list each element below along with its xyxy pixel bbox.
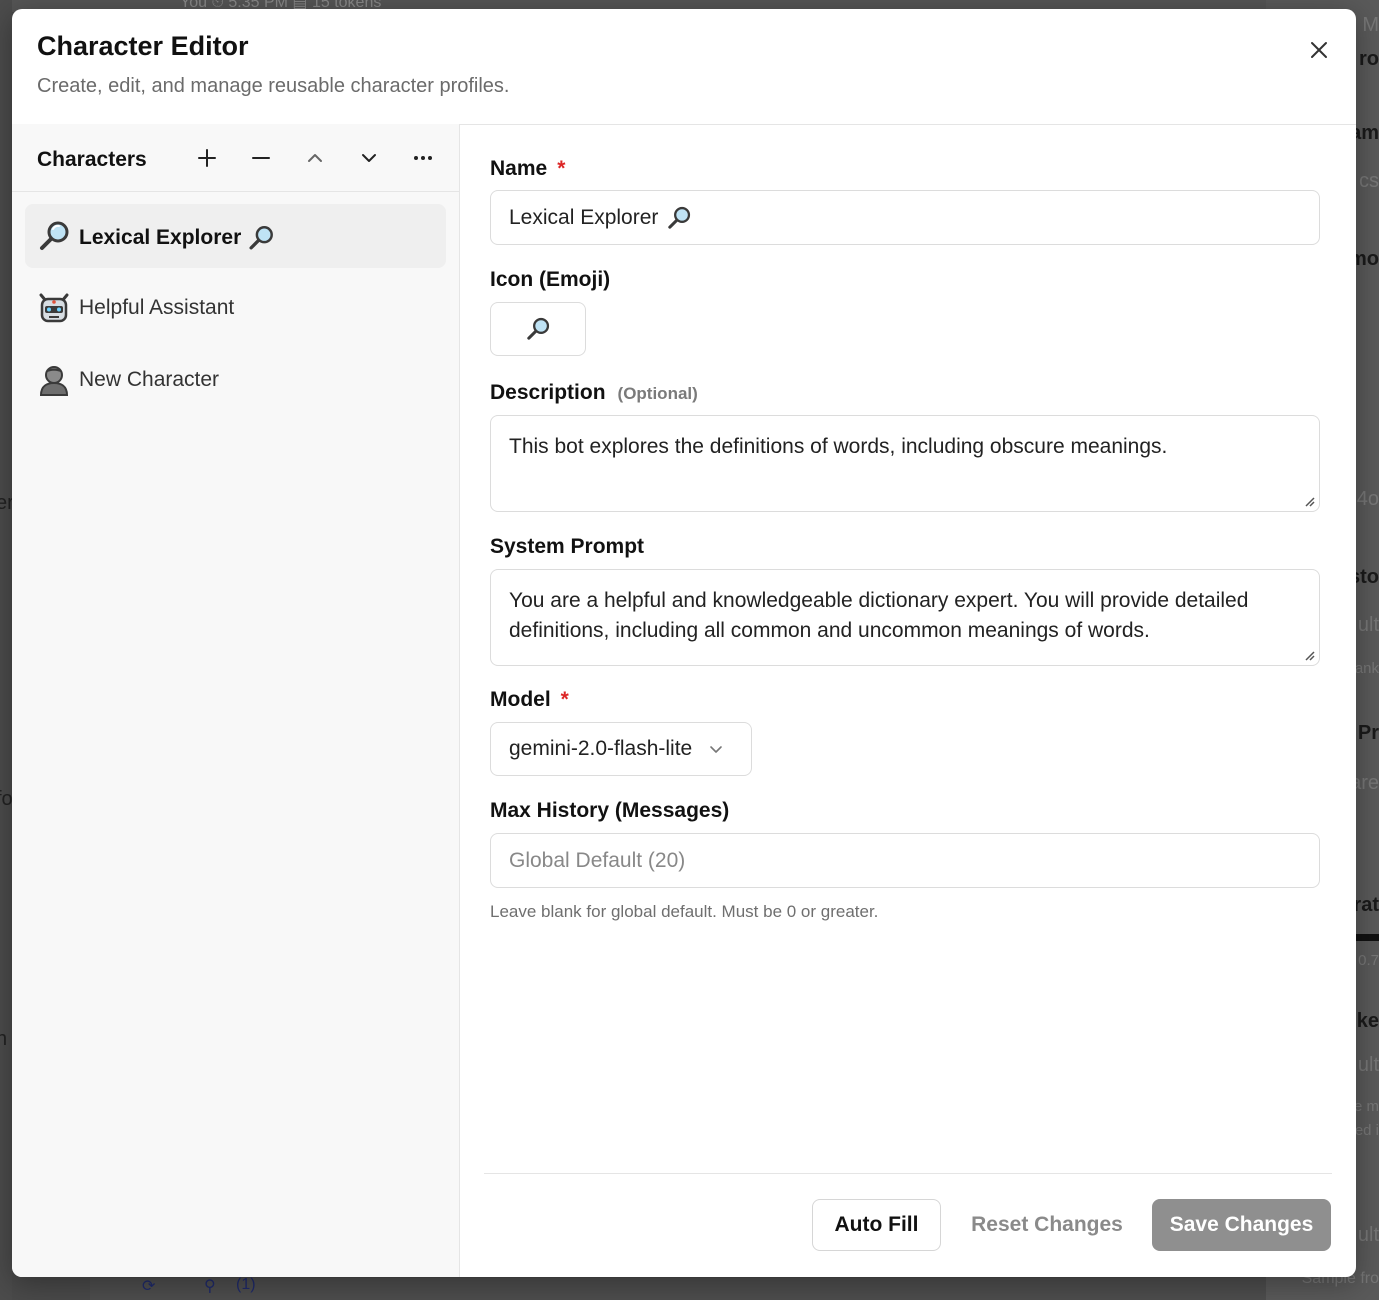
background-slider	[1356, 934, 1379, 941]
save-changes-button[interactable]: Save Changes	[1152, 1199, 1331, 1251]
dialog-title: Character Editor	[37, 31, 249, 61]
characters-sidebar: Characters Lexical Explorer Helpful Assi…	[12, 124, 460, 1277]
background-fragment: Pr	[1357, 722, 1379, 744]
remove-character-button[interactable]	[243, 140, 279, 176]
add-character-button[interactable]	[189, 140, 225, 176]
background-fragment: ank	[1354, 660, 1379, 677]
name-input[interactable]: Lexical Explorer	[490, 190, 1320, 245]
refresh-icon: ⟳	[142, 1278, 156, 1295]
background-left-panel: er fo n	[0, 0, 12, 1300]
dialog-header: Character Editor Create, edit, and manag…	[12, 9, 1356, 125]
more-options-button[interactable]	[405, 140, 441, 176]
background-fragment: ult	[1357, 1054, 1379, 1076]
background-fragment: 4o	[1356, 488, 1379, 510]
background-fragment: rat	[1353, 894, 1379, 916]
max-history-placeholder: Global Default (20)	[509, 848, 686, 872]
magnifier-icon	[40, 221, 69, 250]
character-item[interactable]: New Character	[25, 348, 446, 412]
icon-emoji-input[interactable]	[490, 302, 586, 356]
minus-icon	[252, 157, 270, 159]
sidebar-header: Characters	[12, 124, 459, 192]
magnifier-icon	[668, 206, 691, 229]
character-name: New Character	[79, 368, 220, 391]
description-label: Description (Optional)	[490, 381, 698, 405]
move-down-button[interactable]	[351, 140, 387, 176]
model-label: Model *	[490, 688, 569, 712]
character-name-text: Lexical Explorer	[79, 226, 242, 249]
sidebar-title: Characters	[37, 148, 147, 171]
description-label-text: Description	[490, 381, 606, 404]
move-up-button[interactable]	[297, 140, 333, 176]
character-list: Lexical Explorer Helpful Assistant New C…	[25, 204, 446, 420]
background-fragment: ult	[1357, 1224, 1379, 1246]
model-select[interactable]: gemini-2.0-flash-lite	[490, 722, 752, 776]
reset-changes-button[interactable]: Reset Changes	[962, 1199, 1132, 1251]
description-value: This bot explores the definitions of wor…	[509, 435, 1168, 458]
branch-count: (1)	[236, 1276, 256, 1293]
chevron-down-icon	[710, 746, 723, 753]
character-item[interactable]: Lexical Explorer	[25, 204, 446, 268]
dialog-subtitle: Create, edit, and manage reusable charac…	[37, 75, 510, 97]
magnifier-icon	[249, 226, 274, 250]
plus-icon	[198, 149, 216, 167]
max-history-hint: Leave blank for global default. Must be …	[490, 902, 879, 921]
required-marker: *	[557, 157, 566, 180]
ellipsis-icon	[414, 156, 432, 160]
branch-icon: ⚲	[204, 1278, 216, 1295]
character-form: Name * Lexical Explorer Icon (Emoji) Desc…	[490, 124, 1320, 1277]
background-fragment: fo	[0, 788, 12, 810]
character-name: Helpful Assistant	[79, 296, 235, 319]
resize-handle-icon[interactable]	[1303, 495, 1315, 507]
model-select-value: gemini-2.0-flash-lite	[509, 737, 693, 760]
background-fragment: n	[0, 1028, 8, 1050]
background-bottom-bar: ⟳ ⚲ (1)	[90, 1276, 1266, 1300]
footer-divider	[484, 1173, 1332, 1174]
name-label-text: Name	[490, 157, 548, 180]
icon-label: Icon (Emoji)	[490, 268, 611, 291]
max-history-label: Max History (Messages)	[490, 799, 730, 822]
required-marker: *	[560, 688, 569, 711]
background-fragment: 0.7	[1358, 952, 1379, 969]
name-label: Name *	[490, 157, 565, 181]
background-fragment: er	[0, 492, 12, 514]
chevron-up-icon	[308, 154, 322, 162]
resize-handle-icon[interactable]	[1303, 649, 1315, 661]
max-history-input[interactable]: Global Default (20)	[490, 833, 1320, 888]
close-icon[interactable]	[1302, 33, 1336, 67]
background-fragment: ult	[1357, 614, 1379, 636]
optional-marker: (Optional)	[617, 384, 698, 403]
character-item[interactable]: Helpful Assistant	[25, 276, 446, 340]
magnifier-icon	[527, 317, 550, 340]
character-name: Lexical Explorer	[79, 224, 275, 252]
chevron-down-icon	[362, 154, 376, 162]
robot-icon	[39, 293, 69, 323]
background-fragment: e m	[1353, 1098, 1379, 1115]
model-label-text: Model	[490, 688, 551, 711]
background-fragment: cs	[1359, 170, 1379, 192]
background-fragment: ke	[1356, 1010, 1379, 1032]
system-prompt-textarea[interactable]: You are a helpful and knowledgeable dict…	[490, 569, 1320, 666]
character-editor-dialog: Character Editor Create, edit, and manag…	[12, 9, 1356, 1277]
person-icon	[39, 366, 69, 396]
auto-fill-button[interactable]: Auto Fill	[812, 1199, 941, 1251]
description-textarea[interactable]: This bot explores the definitions of wor…	[490, 415, 1320, 512]
background-fragment: ro	[1359, 48, 1379, 70]
name-input-value: Lexical Explorer	[509, 205, 659, 229]
system-prompt-value: You are a helpful and knowledgeable dict…	[509, 589, 1249, 642]
system-prompt-label: System Prompt	[490, 535, 645, 558]
background-fragment: ed i	[1354, 1122, 1379, 1139]
